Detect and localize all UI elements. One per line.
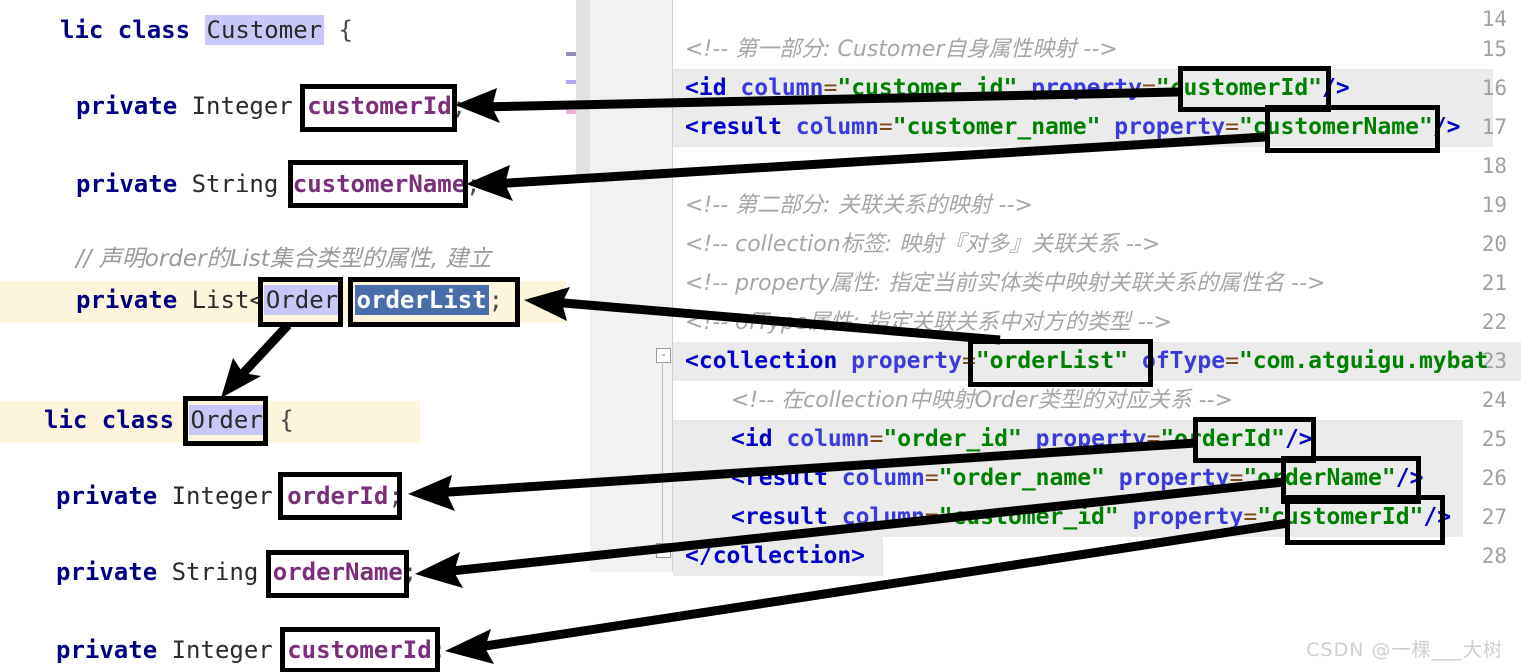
csdn-watermark: CSDN @一棵___大树 bbox=[1306, 639, 1503, 661]
annotation-box-orderlist bbox=[968, 339, 1153, 387]
annotation-box-order bbox=[258, 277, 343, 327]
annotation-box-customerid bbox=[300, 84, 457, 132]
annotation-boxes-layer bbox=[0, 0, 1521, 672]
annotation-box-customerid bbox=[1285, 495, 1445, 545]
screenshot-root: lic class Customer {private Integer cust… bbox=[0, 0, 1521, 672]
annotation-box-customername bbox=[1265, 105, 1440, 153]
annotation-box-customername bbox=[288, 160, 468, 208]
annotation-box-ordername bbox=[266, 550, 409, 598]
annotation-box-orderlist bbox=[348, 277, 520, 327]
annotation-box-orderid bbox=[278, 472, 402, 520]
annotation-box-order bbox=[183, 396, 268, 446]
annotation-box-customerid bbox=[280, 627, 440, 672]
